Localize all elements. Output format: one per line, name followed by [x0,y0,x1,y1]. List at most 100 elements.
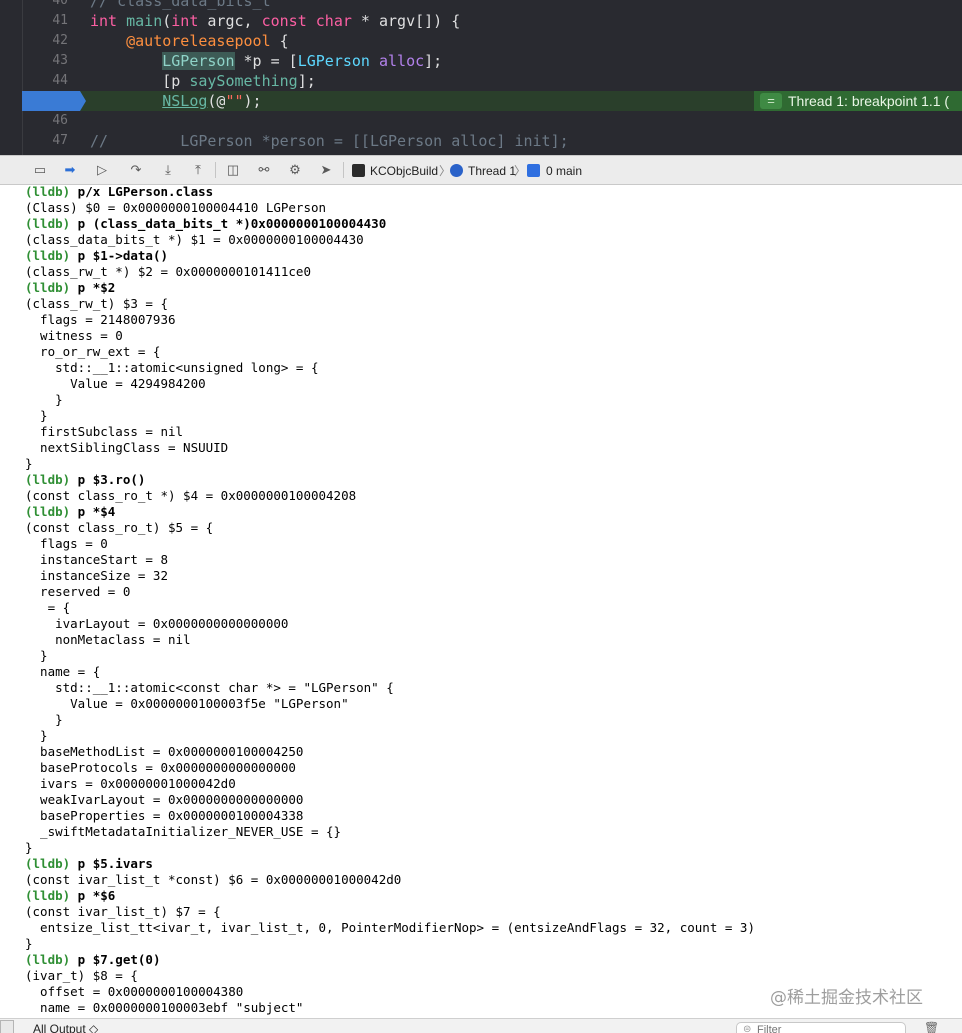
console-output-line: offset = 0x0000000100004380 [25,984,243,1000]
code-line[interactable]: 40 // class_data_bits_t [22,0,962,11]
code-text: NSLog(@""); [90,91,262,111]
lldb-command: p $5.ivars [70,856,153,871]
variables-view-toggle-icon[interactable] [0,1020,14,1033]
console-command-line: (lldb) p $7.get(0) [25,952,160,968]
code-token: @autoreleasepool [126,32,271,50]
stack-frame-icon [527,164,540,177]
console-output-line: std::__1::atomic<const char *> = "LGPers… [25,680,394,696]
code-line[interactable]: 47 // LGPerson *person = [[LGPerson alloc… [22,131,962,151]
breakpoint-banner-icon: = [760,93,782,109]
editor-gutter [0,0,23,155]
code-text: LGPerson *p = [LGPerson alloc]; [90,51,442,71]
console-output-line: baseProtocols = 0x0000000000000000 [25,760,296,776]
console-text: (const ivar_list_t) $7 = { [25,904,221,919]
console-text: _swiftMetadataInitializer_NEVER_USE = {} [25,824,342,839]
filter-input[interactable] [757,1023,897,1033]
console-text: (const ivar_list_t *const) $6 = 0x000000… [25,872,402,887]
crumb-scheme[interactable]: KCObjcBuild [370,163,438,179]
output-filter-select[interactable]: All Output ◇ [33,1022,98,1033]
crumb-thread[interactable]: Thread 1 [468,163,516,179]
console-command-line: (lldb) p *$4 [25,504,115,520]
console-output-line: (const ivar_list_t) $7 = { [25,904,221,920]
breakpoints-toggle-icon[interactable]: ➡ [62,162,78,178]
console-output-line: instanceStart = 8 [25,552,168,568]
filter-icon: ⊜ [743,1024,752,1033]
console-text: } [25,936,33,951]
trash-icon[interactable]: 🗑 [924,1021,939,1033]
line-number[interactable]: 41 [22,11,68,31]
step-into-icon[interactable]: ⤓ [160,162,176,178]
console-command-line: (lldb) p *$6 [25,888,115,904]
watermark: @稀土掘金技术社区 [770,988,923,1008]
code-text: // LGPerson *person = [[LGPerson alloc] … [90,131,569,151]
crumb-frame[interactable]: 0 main [546,163,582,179]
console-output-line: name = 0x0000000100003ebf "subject" [25,1000,303,1016]
code-line[interactable]: 46 [22,111,962,131]
console-text: std::__1::atomic<const char *> = "LGPers… [25,680,394,695]
console-output-line: std::__1::atomic<unsigned long> = { [25,360,318,376]
code-token: saySomething [189,72,298,90]
console-output-line: } [25,408,48,424]
breakpoint-banner[interactable]: = Thread 1: breakpoint 1.1 ( [754,91,962,111]
line-number[interactable]: 40 [22,0,68,11]
console-output-line: } [25,936,33,952]
line-number[interactable]: 46 [22,111,68,131]
code-token: (@ [207,92,226,110]
step-out-icon[interactable]: ⤒ [190,162,206,178]
line-number[interactable]: 47 [22,131,68,151]
step-over-icon[interactable]: ↷ [128,162,144,178]
console-text: Value = 0x0000000100003f5e "LGPerson" [25,696,349,711]
console-text: (class_rw_t *) $2 = 0x0000000101411ce0 [25,264,311,279]
code-line[interactable]: 41 int main(int argc, const char * argv[]… [22,11,962,31]
code-token: // class_data_bits_t [90,0,271,10]
console-text: (class_data_bits_t *) $1 = 0x00000001000… [25,232,364,247]
code-text: [p saySomething]; [90,71,316,91]
memory-graph-icon[interactable]: ⚯ [256,162,272,178]
code-token: main [126,12,163,30]
console-output-line: entsize_list_tt<ivar_t, ivar_list_t, 0, … [25,920,755,936]
lldb-command: p/x LGPerson.class [70,185,214,199]
location-icon[interactable]: ➤ [318,162,334,178]
breakpoint-marker[interactable] [22,91,86,111]
environment-overrides-icon[interactable]: ⚙ [287,162,303,178]
hide-debug-area-icon[interactable]: ▭ [32,162,48,178]
lldb-command: p *$6 [70,888,116,903]
console-output-line: (const ivar_list_t *const) $6 = 0x000000… [25,872,401,888]
console-output-line: (class_rw_t) $3 = { [25,296,168,312]
code-line[interactable]: 43 LGPerson *p = [LGPerson alloc]; [22,51,962,71]
code-line[interactable]: 42 @autoreleasepool { [22,31,962,51]
code-token: argc, [198,12,262,30]
console-output-line: ivars = 0x00000001000042d0 [25,776,236,792]
console-text: baseMethodList = 0x0000000100004250 [25,744,304,759]
console-output-line: (Class) $0 = 0x0000000100004410 LGPerson [25,200,326,216]
chevron-right-icon: 〉 [514,164,527,178]
console-text: Value = 4294984200 [25,376,206,391]
console-output-line: } [25,728,48,744]
console-bottom-bar: All Output ◇ ⊜ 🗑 [0,1018,962,1033]
console-text: } [25,392,63,407]
console-text: (Class) $0 = 0x0000000100004410 LGPerson [25,200,327,215]
line-number[interactable]: 43 [22,51,68,71]
console-output-line: (const class_ro_t) $5 = { [25,520,213,536]
code-token: alloc [379,52,425,70]
console-output-line: ivarLayout = 0x0000000000000000 [25,616,288,632]
line-number[interactable]: 44 [22,71,68,91]
console-output-line: } [25,840,33,856]
view-hierarchy-icon[interactable]: ◫ [225,162,241,178]
source-editor[interactable]: 40 // class_data_bits_t 41 int main(int arg… [0,0,962,155]
debug-console[interactable]: (lldb) p/x LGPerson.class (Class) $0 = 0x… [0,185,962,1018]
code-line[interactable]: 44 [p saySomething]; [22,71,962,91]
console-output-line: firstSubclass = nil [25,424,183,440]
console-text: nonMetaclass = nil [25,632,191,647]
console-filter[interactable]: ⊜ [736,1022,906,1033]
thread-icon [450,164,463,177]
lldb-prompt: (lldb) [25,952,71,967]
code-token: ); [243,92,262,110]
code-token: * argv[]) { [351,12,461,30]
line-number[interactable]: 42 [22,31,68,51]
console-output-line: } [25,392,63,408]
continue-icon[interactable]: ▷ [94,162,110,178]
console-text: name = { [25,664,101,679]
lldb-prompt: (lldb) [25,856,71,871]
